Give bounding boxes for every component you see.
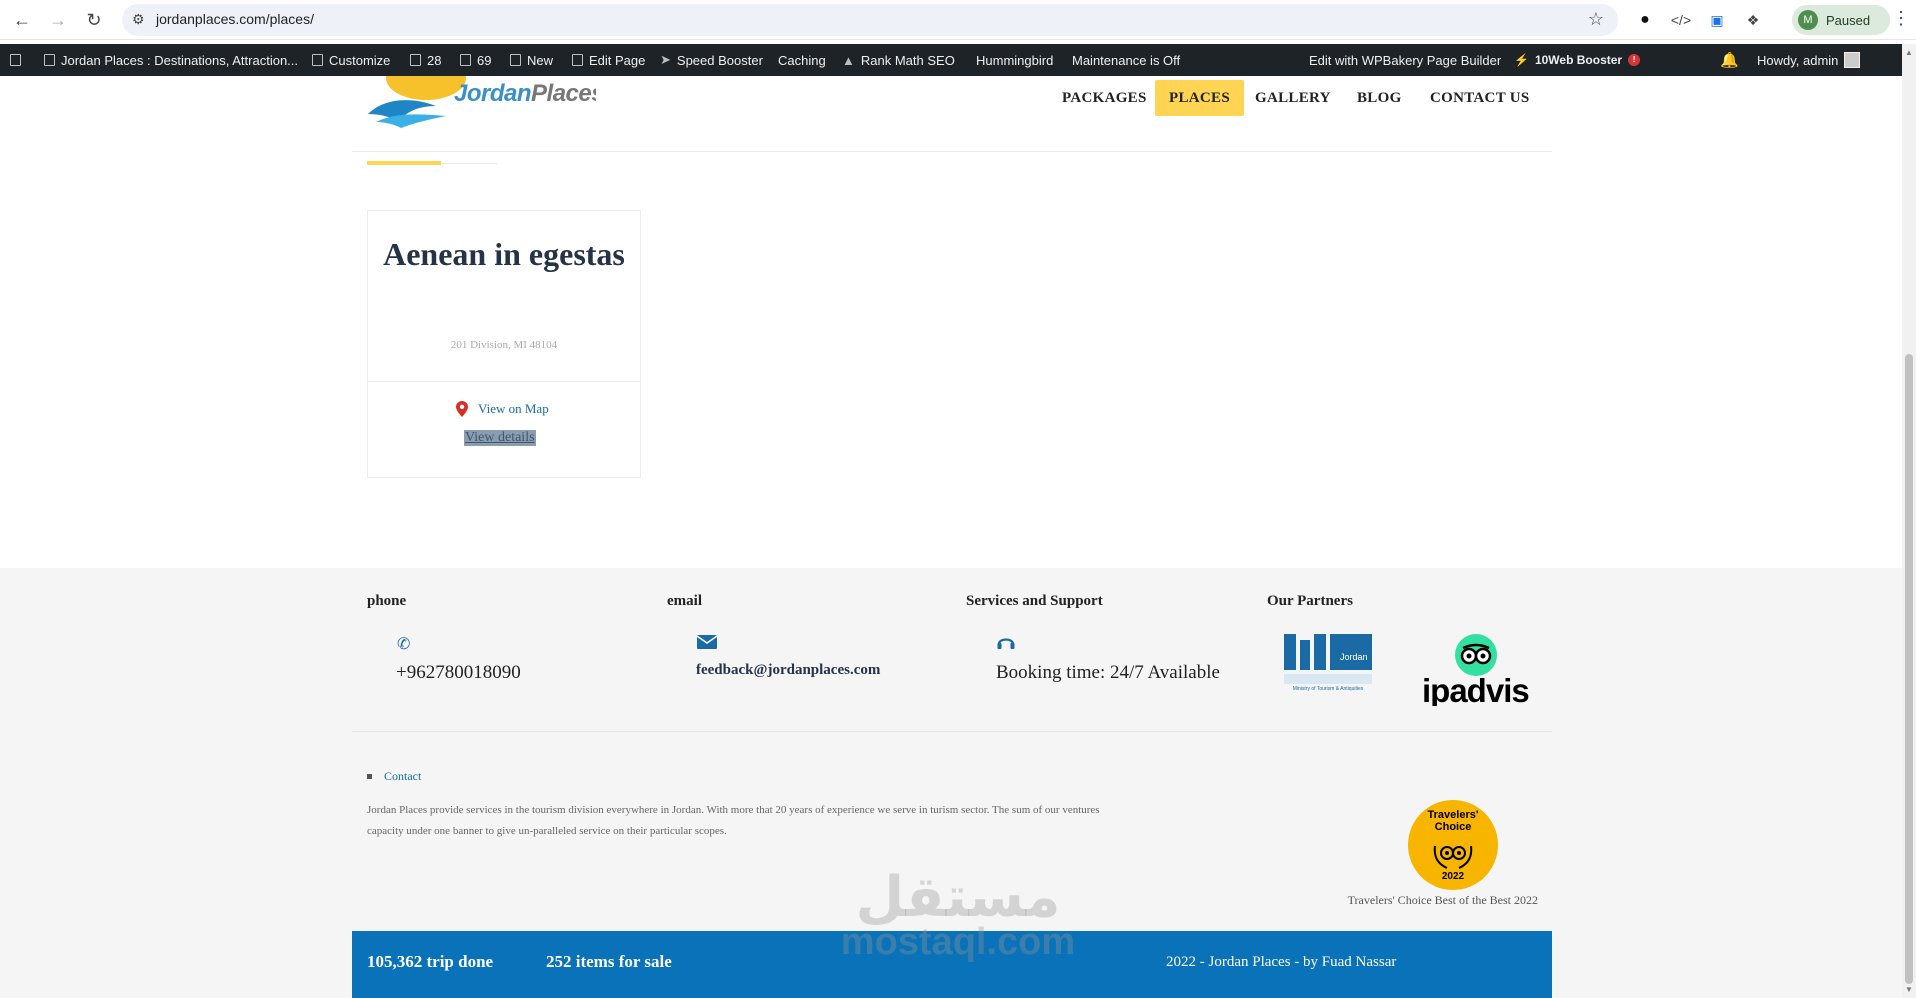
headset-icon: [997, 634, 1015, 655]
address-bar[interactable]: ⚙ jordanplaces.com/places/ ☆: [122, 4, 1618, 36]
rocket-icon: ➤: [660, 52, 671, 67]
profile-button[interactable]: M Paused: [1792, 5, 1890, 35]
admin-customize[interactable]: Customize: [312, 44, 390, 76]
footer-services-heading: Services and Support: [966, 593, 1103, 609]
admin-wpbakery[interactable]: Edit with WPBakery Page Builder: [1309, 44, 1501, 76]
extension-square-icon[interactable]: ▣: [1706, 9, 1728, 31]
place-card: Aenean in egestas 201 Division, MI 48104…: [367, 210, 641, 478]
extension-circle-icon[interactable]: ●: [1634, 9, 1656, 31]
tripadvisor-owl-icon: [1455, 634, 1497, 676]
nav-contact-us[interactable]: CONTACT US: [1416, 80, 1544, 116]
forward-icon[interactable]: →: [46, 8, 70, 32]
reload-icon[interactable]: ↻: [82, 8, 106, 32]
bell-icon[interactable]: 🔔: [1720, 44, 1739, 76]
badge-year: 2022: [1441, 871, 1465, 882]
footer-contact-label: Contact: [384, 769, 422, 783]
nav-packages[interactable]: PACKAGES: [1048, 80, 1161, 116]
bullet-square-icon: [367, 774, 372, 779]
admin-10web-booster[interactable]: ⚡ 10Web Booster!: [1514, 44, 1641, 76]
footer-phone-heading: phone: [367, 593, 407, 609]
nav-blog[interactable]: BLOG: [1343, 80, 1416, 116]
site-settings-icon[interactable]: ⚙: [132, 11, 145, 28]
rank-math-icon: ▲: [842, 52, 855, 68]
browser-toolbar: ← → ↻ ⚙ jordanplaces.com/places/ ☆ ● </>…: [0, 0, 1916, 40]
admin-comments[interactable]: 69: [460, 44, 491, 76]
place-title[interactable]: Aenean in egestas: [368, 235, 640, 273]
admin-rank-math[interactable]: ▲ Rank Math SEO: [842, 44, 955, 76]
partner-tripadvisor-logo[interactable]: ipadvisor: [1420, 630, 1530, 706]
nav-places[interactable]: PLACES: [1155, 80, 1244, 116]
laurel-owl-icon: [1433, 845, 1473, 869]
section-accent-line: [441, 163, 497, 164]
wp-admin-bar: Jordan Places : Destinations, Attraction…: [0, 44, 1916, 76]
place-address: 201 Division, MI 48104: [450, 339, 558, 351]
header-divider: [352, 151, 1552, 152]
admin-edit-page[interactable]: Edit Page: [572, 44, 645, 76]
admin-avatar: [1844, 52, 1861, 68]
notification-badge: !: [1628, 54, 1641, 66]
home-icon: [44, 54, 55, 66]
badge-title: Travelers' Choice: [1427, 809, 1479, 833]
partner-tourism-ministry-logo[interactable]: Jordan Ministry of Tourism & Antiquities: [1284, 634, 1372, 698]
profile-status: Paused: [1826, 12, 1871, 28]
admin-updates[interactable]: 28: [410, 44, 441, 76]
footer-contact-link[interactable]: Contact: [367, 769, 421, 784]
footer-booking-time: Booking time: 24/7 Available: [996, 662, 1220, 683]
site-logo[interactable]: JordanPlaces: [366, 76, 596, 128]
updates-icon: [410, 54, 421, 66]
badge-caption: Travelers' Choice Best of the Best 2022: [1347, 893, 1538, 907]
scroll-up-icon[interactable]: ▲: [1905, 48, 1913, 57]
footer-partners-heading: Our Partners: [1267, 593, 1353, 609]
admin-hummingbird[interactable]: Hummingbird: [976, 44, 1053, 76]
browser-menu-icon[interactable]: ⋮: [1892, 8, 1910, 29]
admin-site-name[interactable]: Jordan Places : Destinations, Attraction…: [44, 44, 298, 76]
profile-avatar: M: [1798, 10, 1818, 30]
bookmark-star-icon[interactable]: ☆: [1588, 9, 1604, 30]
pencil-icon: [572, 54, 583, 66]
admin-account[interactable]: Howdy, admin: [1757, 44, 1861, 76]
scroll-down-icon[interactable]: ▼: [1905, 985, 1913, 994]
logo-sun-wave-icon: [368, 76, 466, 128]
map-pin-icon: [456, 401, 468, 417]
phone-icon: ✆: [397, 636, 411, 653]
nav-gallery[interactable]: GALLERY: [1241, 80, 1345, 116]
trips-done-count: 105,362 trip done: [367, 952, 494, 971]
admin-speed-booster[interactable]: ➤ Speed Booster: [660, 44, 763, 76]
footer-bottom-bar: 105,362 trip done 252 items for sale 202…: [352, 931, 1552, 998]
view-details-link[interactable]: View details: [464, 430, 536, 446]
back-icon[interactable]: ←: [10, 8, 34, 32]
partner-mota-caption: Ministry of Tourism & Antiquities: [1292, 686, 1364, 692]
brush-icon: [312, 54, 323, 66]
footer-phone-number[interactable]: +962780018090: [396, 662, 521, 684]
view-on-map-link[interactable]: View on Map: [456, 401, 549, 417]
footer-email-address[interactable]: feedback@jordanplaces.com: [696, 662, 880, 679]
admin-new[interactable]: New: [510, 44, 553, 76]
url-text[interactable]: jordanplaces.com/places/: [156, 11, 314, 27]
admin-maintenance[interactable]: Maintenance is Off: [1072, 44, 1180, 76]
bolt-icon: ⚡: [1514, 53, 1529, 67]
comments-icon: [460, 54, 471, 66]
extension-code-icon[interactable]: </>: [1670, 9, 1692, 31]
section-accent-bar: [367, 161, 441, 165]
items-for-sale-count: 252 items for sale: [546, 952, 672, 971]
admin-caching[interactable]: Caching: [778, 44, 826, 76]
plus-icon: [510, 54, 521, 66]
copyright-text: 2022 - Jordan Places - by Fuad Nassar: [1166, 954, 1397, 970]
page-scrollbar[interactable]: ▲ ▼: [1902, 44, 1916, 998]
wp-logo-icon[interactable]: [10, 44, 21, 76]
card-divider: [368, 381, 640, 382]
travelers-choice-badge[interactable]: Travelers' Choice 2022: [1408, 800, 1498, 890]
footer-divider: [352, 731, 1552, 732]
logo-text: JordanPlaces: [454, 80, 596, 107]
extensions-puzzle-icon[interactable]: ❖: [1742, 9, 1764, 31]
partner-mota-latin: Jordan: [1340, 652, 1368, 662]
view-on-map-label: View on Map: [478, 401, 549, 416]
tripadvisor-wordmark: ipadvisor: [1422, 672, 1530, 706]
footer-about-text: Jordan Places provide services in the to…: [367, 804, 1100, 837]
scrollbar-thumb[interactable]: [1905, 354, 1913, 984]
envelope-icon: [696, 634, 718, 655]
footer-email-heading: email: [667, 593, 702, 609]
